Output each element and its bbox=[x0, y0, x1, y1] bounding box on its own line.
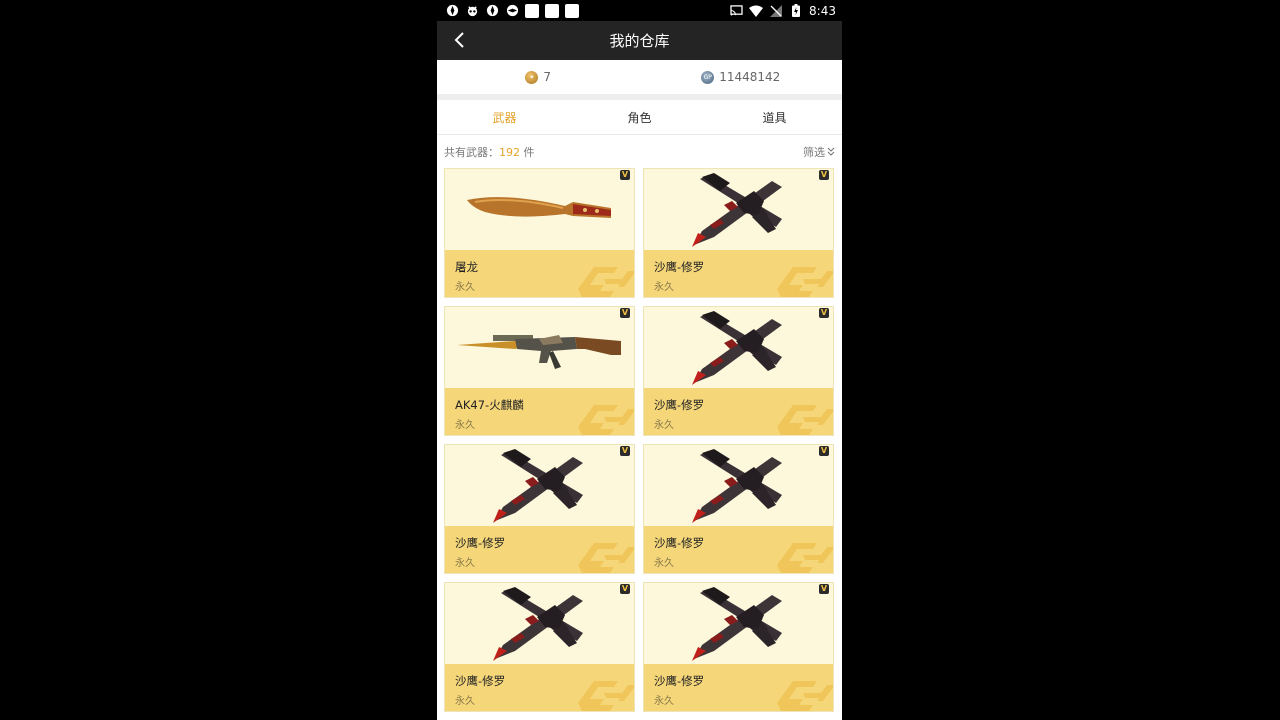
weapon-name: 沙鹰-修罗 bbox=[654, 674, 705, 688]
weapon-card[interactable]: V 沙鹰-修罗 永久 bbox=[643, 306, 834, 436]
weapon-name: 沙鹰-修罗 bbox=[455, 536, 506, 550]
dual-pistol-weapon-icon bbox=[691, 587, 782, 661]
app-notification-icon bbox=[445, 4, 459, 18]
wifi-icon bbox=[749, 4, 764, 18]
app-notification-icon bbox=[565, 3, 579, 18]
tab-characters[interactable]: 角色 bbox=[572, 100, 707, 134]
weapon-duration: 永久 bbox=[654, 696, 674, 707]
vip-badge: V bbox=[620, 308, 630, 318]
weapon-duration: 永久 bbox=[654, 282, 674, 293]
weapon-duration: 永久 bbox=[455, 558, 475, 569]
app-notification-icon bbox=[505, 4, 519, 18]
status-bar: 8:43 bbox=[437, 0, 842, 21]
weapon-card[interactable]: V 沙鹰-修罗 永久 bbox=[444, 444, 635, 574]
weapon-image bbox=[644, 169, 833, 251]
tab-weapons[interactable]: 武器 bbox=[437, 100, 572, 134]
gold-coin-balance: ✦ 7 bbox=[437, 70, 640, 84]
weapon-card[interactable]: V AK47-火麒麟 永久 bbox=[444, 306, 635, 436]
vip-badge: V bbox=[819, 308, 829, 318]
weapon-info: 沙鹰-修罗 永久 bbox=[644, 250, 833, 297]
weapon-image bbox=[445, 583, 634, 665]
weapon-info: 沙鹰-修罗 永久 bbox=[644, 664, 833, 711]
clock-time: 8:43 bbox=[809, 3, 836, 18]
dual-pistol-weapon-icon bbox=[691, 449, 782, 523]
notification-icons bbox=[445, 3, 579, 18]
weapon-name: 沙鹰-修罗 bbox=[654, 260, 705, 274]
weapon-name: 沙鹰-修罗 bbox=[654, 536, 705, 550]
weapon-info: 沙鹰-修罗 永久 bbox=[445, 526, 634, 573]
weapon-count-suffix: 件 bbox=[520, 145, 535, 159]
battery-charging-icon bbox=[789, 4, 803, 18]
weapon-duration: 永久 bbox=[455, 420, 475, 431]
weapon-duration: 永久 bbox=[455, 696, 475, 707]
weapon-image bbox=[445, 445, 634, 527]
weapon-image bbox=[445, 169, 634, 251]
cast-icon bbox=[729, 4, 743, 18]
vip-badge: V bbox=[620, 584, 630, 594]
currency-bar: ✦ 7 GP 11448142 bbox=[437, 60, 842, 100]
rifle-weapon-icon bbox=[456, 335, 621, 369]
weapon-count-text: 共有武器：192 件 bbox=[444, 144, 535, 160]
phone-screen: 8:43 我的仓库 ✦ 7 GP 11448142 武器 角色 道具 共有武器：… bbox=[437, 0, 842, 720]
weapon-card[interactable]: V 沙鹰-修罗 永久 bbox=[643, 582, 834, 712]
back-button[interactable] bbox=[447, 28, 471, 52]
weapon-info: 沙鹰-修罗 永久 bbox=[644, 526, 833, 573]
weapon-count: 192 bbox=[499, 145, 520, 159]
vip-badge: V bbox=[819, 584, 829, 594]
system-status-icons: 8:43 bbox=[729, 4, 836, 18]
weapon-image bbox=[644, 307, 833, 389]
weapon-name: 沙鹰-修罗 bbox=[455, 674, 506, 688]
weapon-grid: V 屠龙 永久 V 沙鹰-修罗 永久 V AK47-火麒麟 永久 V 沙鹰-修罗… bbox=[437, 168, 842, 712]
inventory-summary: 共有武器：192 件 筛选 bbox=[437, 135, 842, 168]
dual-pistol-weapon-icon bbox=[691, 173, 782, 247]
vip-badge: V bbox=[620, 170, 630, 180]
navigation-bar: 我的仓库 bbox=[437, 21, 842, 60]
gp-balance: GP 11448142 bbox=[640, 70, 843, 84]
app-notification-icon bbox=[545, 3, 559, 18]
weapon-duration: 永久 bbox=[455, 282, 475, 293]
no-signal-icon bbox=[769, 4, 783, 18]
weapon-info: 沙鹰-修罗 永久 bbox=[644, 388, 833, 435]
weapon-duration: 永久 bbox=[654, 420, 674, 431]
double-chevron-down-icon bbox=[827, 147, 835, 156]
weapon-duration: 永久 bbox=[654, 558, 674, 569]
vip-badge: V bbox=[620, 446, 630, 456]
weapon-info: 屠龙 永久 bbox=[445, 250, 634, 297]
gold-coin-value: 7 bbox=[543, 70, 552, 84]
filter-button[interactable]: 筛选 bbox=[803, 144, 835, 160]
chevron-left-icon bbox=[454, 32, 464, 48]
gp-value: 11448142 bbox=[719, 70, 781, 84]
filter-label: 筛选 bbox=[803, 145, 825, 159]
weapon-card[interactable]: V 屠龙 永久 bbox=[444, 168, 635, 298]
weapon-card[interactable]: V 沙鹰-修罗 永久 bbox=[444, 582, 635, 712]
page-title: 我的仓库 bbox=[609, 32, 670, 50]
tab-items[interactable]: 道具 bbox=[707, 100, 842, 134]
category-tabs: 武器 角色 道具 bbox=[437, 100, 842, 135]
weapon-image bbox=[644, 583, 833, 665]
weapon-card[interactable]: V 沙鹰-修罗 永久 bbox=[643, 168, 834, 298]
weapon-info: 沙鹰-修罗 永久 bbox=[445, 664, 634, 711]
dual-pistol-weapon-icon bbox=[691, 311, 782, 385]
weapon-name: 沙鹰-修罗 bbox=[654, 398, 705, 412]
weapon-count-prefix: 共有武器： bbox=[444, 145, 499, 159]
app-notification-icon bbox=[525, 3, 539, 18]
vip-badge: V bbox=[819, 446, 829, 456]
app-notification-icon bbox=[465, 4, 479, 18]
weapon-info: AK47-火麒麟 永久 bbox=[445, 388, 634, 435]
app-notification-icon bbox=[485, 4, 499, 18]
weapon-card[interactable]: V 沙鹰-修罗 永久 bbox=[643, 444, 834, 574]
weapon-image bbox=[644, 445, 833, 527]
gp-coin-icon: GP bbox=[701, 70, 715, 84]
dual-pistol-weapon-icon bbox=[492, 587, 583, 661]
vip-badge: V bbox=[819, 170, 829, 180]
weapon-image bbox=[445, 307, 634, 389]
weapon-name: 屠龙 bbox=[455, 260, 478, 274]
dual-pistol-weapon-icon bbox=[492, 449, 583, 523]
weapon-name: AK47-火麒麟 bbox=[455, 398, 524, 412]
machete-weapon-icon bbox=[466, 197, 611, 218]
gold-coin-icon: ✦ bbox=[525, 70, 539, 84]
